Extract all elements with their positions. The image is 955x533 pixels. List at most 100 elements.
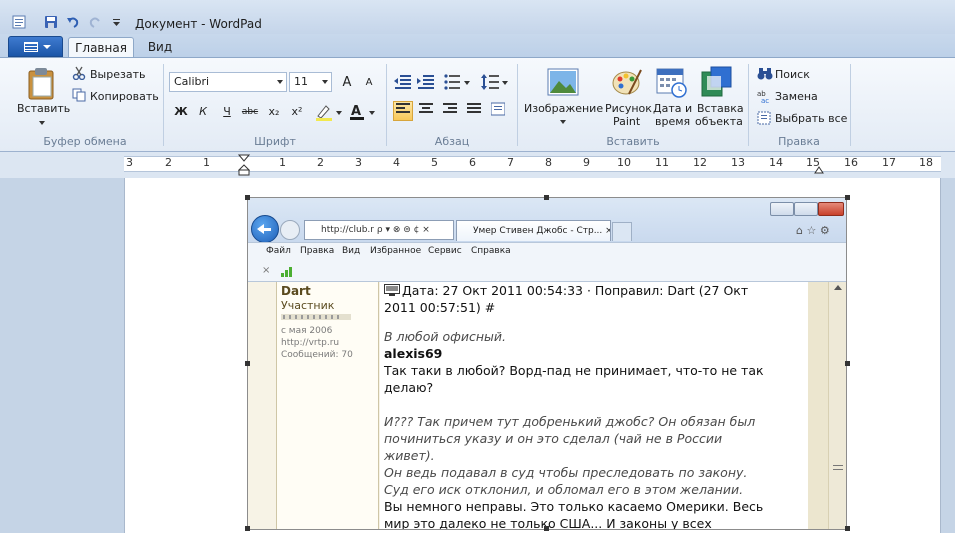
paint-drawing-button-line1[interactable]: Рисунок (605, 102, 652, 115)
browser-scrollbar (828, 282, 846, 529)
cut-button[interactable]: Вырезать (90, 68, 145, 81)
increase-indent-icon[interactable] (416, 72, 436, 92)
ribbon-tab-row: Главная Вид (0, 34, 955, 58)
user-name: Dart (281, 284, 311, 298)
tab-home[interactable]: Главная (68, 37, 134, 58)
ruler-label: 5 (431, 156, 438, 169)
back-arrow-icon (251, 215, 279, 243)
user-rating-icon (281, 314, 351, 320)
paste-icon[interactable] (26, 66, 58, 100)
user-info-column: Dart Участник с мая 2006 http://vrtp.ru … (276, 282, 379, 529)
file-menu-button[interactable] (8, 36, 63, 57)
browser-menu-item: Вид (342, 246, 361, 256)
font-color-icon[interactable]: A (348, 102, 378, 122)
browser-titlebar: http://club.r ρ ▾ ⊗ ⊜ ¢ × Умер Стивен Дж… (248, 198, 846, 243)
copy-button[interactable]: Копировать (90, 90, 159, 103)
group-separator (517, 64, 518, 146)
align-center-icon (419, 103, 433, 113)
paste-button[interactable]: Вставить (17, 102, 70, 115)
align-left-icon (396, 103, 410, 113)
ruler-label: 1 (203, 156, 210, 169)
font-size-combo[interactable]: 11 (289, 72, 332, 92)
home-star-gear-icons: ⌂ ☆ ⚙ (796, 224, 830, 237)
resize-handle[interactable] (245, 361, 250, 366)
insert-image-dropdown-arrow[interactable] (558, 115, 566, 128)
indent-marker-icon[interactable] (238, 154, 250, 176)
resize-handle[interactable] (245, 195, 250, 200)
resize-handle[interactable] (245, 526, 250, 531)
insert-object-icon[interactable] (701, 66, 733, 98)
align-right-button[interactable] (440, 101, 460, 121)
scroll-grip-icon (833, 465, 843, 470)
quote-line: Суд его иск отклонил, и обломал его в эт… (384, 482, 744, 497)
paint-drawing-button-line2[interactable]: Paint (613, 115, 640, 128)
decrease-indent-icon[interactable] (393, 72, 413, 92)
paint-palette-icon[interactable] (611, 66, 643, 98)
undo-icon[interactable] (66, 15, 80, 29)
tab-view[interactable]: Вид (140, 37, 180, 58)
ruler-label: 18 (919, 156, 933, 169)
editing-group-label: Правка (778, 135, 820, 148)
ruler[interactable]: 3 2 1 1 2 3 4 5 6 7 8 9 10 11 12 13 14 1… (0, 152, 955, 178)
group-separator (386, 64, 387, 146)
resize-handle[interactable] (845, 526, 850, 531)
insert-object-button-line1[interactable]: Вставка (697, 102, 744, 115)
resize-handle[interactable] (845, 195, 850, 200)
ruler-label: 3 (126, 156, 133, 169)
ruler-label: 4 (393, 156, 400, 169)
shrink-font-icon[interactable]: A (359, 72, 379, 92)
highlight-icon[interactable] (314, 102, 344, 122)
datetime-button-line1[interactable]: Дата и (653, 102, 692, 115)
datetime-button-line2[interactable]: время (655, 115, 690, 128)
calendar-clock-icon[interactable] (656, 66, 688, 98)
signal-bars-icon (281, 267, 292, 277)
justify-button[interactable] (464, 101, 484, 121)
group-separator (748, 64, 749, 146)
justify-icon (467, 103, 481, 113)
insert-object-button-line2[interactable]: объекта (695, 115, 743, 128)
find-button[interactable]: Поиск (775, 68, 810, 81)
wordpad-app-icon[interactable] (12, 15, 26, 29)
resize-handle[interactable] (845, 361, 850, 366)
resize-handle[interactable] (544, 526, 549, 531)
quote-line: И??? Так причем тут добренький джобс? Он… (384, 414, 756, 429)
title-bar: Документ - WordPad (0, 0, 955, 34)
group-separator (163, 64, 164, 146)
line-spacing-icon[interactable] (480, 72, 510, 92)
strikethrough-button[interactable]: abc (240, 101, 260, 121)
close-small-icon: × (262, 265, 271, 276)
grow-font-icon[interactable]: A (337, 72, 357, 92)
font-family-combo[interactable]: Calibri (169, 72, 287, 92)
align-center-button[interactable] (416, 101, 436, 121)
browser-menu-item: Сервис (428, 246, 462, 256)
italic-button[interactable]: К (193, 101, 213, 121)
paragraph-icon (490, 102, 506, 116)
save-icon[interactable] (44, 15, 58, 29)
ruler-label: 1 (279, 156, 286, 169)
embedded-image[interactable]: http://club.r ρ ▾ ⊗ ⊜ ¢ × Умер Стивен Дж… (247, 197, 847, 530)
resize-handle[interactable] (544, 195, 549, 200)
paste-dropdown-arrow[interactable] (37, 116, 45, 129)
superscript-button[interactable]: x² (287, 101, 307, 121)
ruler-label: 11 (655, 156, 669, 169)
select-all-icon (757, 111, 771, 125)
ruler-label: 13 (731, 156, 745, 169)
paragraph-settings-button[interactable] (488, 101, 508, 121)
replace-button[interactable]: Замена (775, 90, 818, 103)
subscript-button[interactable]: x₂ (264, 101, 284, 121)
forum-page: Dart Участник с мая 2006 http://vrtp.ru … (248, 282, 846, 529)
image-icon[interactable] (547, 68, 579, 96)
new-tab-icon (612, 222, 632, 241)
bullet-list-icon[interactable] (443, 72, 473, 92)
bold-button[interactable]: Ж (171, 101, 191, 121)
redo-icon[interactable] (88, 15, 102, 29)
underline-button[interactable]: Ч (217, 101, 237, 121)
select-all-button[interactable]: Выбрать все (775, 112, 847, 125)
address-text: http://club.r (321, 225, 374, 235)
align-left-button[interactable] (393, 101, 413, 121)
right-indent-marker-icon[interactable] (814, 166, 824, 174)
maximize-icon (794, 202, 818, 216)
align-right-icon (443, 103, 457, 113)
insert-image-button[interactable]: Изображение (524, 102, 603, 115)
customize-quick-access-icon[interactable] (110, 15, 124, 29)
